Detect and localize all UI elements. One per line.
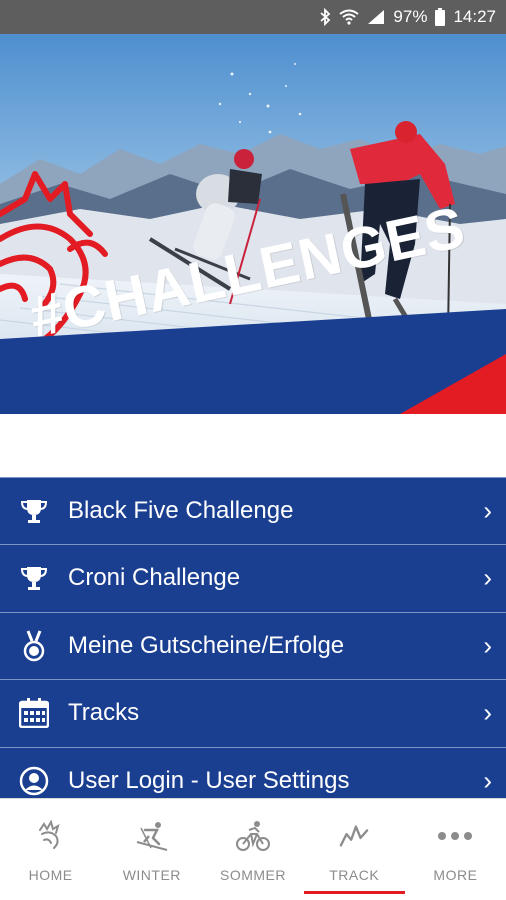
skier-icon bbox=[135, 819, 169, 853]
nav-label: TRACK bbox=[329, 867, 380, 883]
cyclist-icon bbox=[235, 819, 271, 853]
clock: 14:27 bbox=[453, 7, 496, 26]
chevron-right-icon: › bbox=[483, 697, 492, 728]
menu-item-black-five-challenge[interactable]: Black Five Challenge › bbox=[0, 477, 506, 545]
main-menu: Start Tracking › Black Five Challenge › … bbox=[0, 410, 506, 798]
bluetooth-icon bbox=[319, 8, 331, 26]
status-bar: 97% 14:27 bbox=[0, 0, 506, 34]
bottom-navigation: HOME WINTER SOMMER TRACK MORE bbox=[0, 798, 506, 900]
chevron-right-icon: › bbox=[483, 630, 492, 661]
hero-banner: #CHALLENGES bbox=[0, 34, 506, 414]
wifi-icon bbox=[339, 9, 360, 25]
menu-item-tracks[interactable]: Tracks › bbox=[0, 680, 506, 748]
battery-icon bbox=[435, 8, 446, 26]
user-icon bbox=[18, 765, 50, 797]
trophy-icon bbox=[18, 495, 50, 527]
trophy-icon bbox=[18, 562, 50, 594]
signal-icon bbox=[367, 9, 385, 25]
chevron-right-icon: › bbox=[483, 495, 492, 526]
medal-icon bbox=[18, 630, 50, 662]
nav-tab-home[interactable]: HOME bbox=[0, 799, 101, 900]
nav-label: WINTER bbox=[122, 867, 181, 883]
active-tab-indicator bbox=[303, 891, 405, 894]
menu-item-label: Meine Gutscheine/Erfolge bbox=[68, 631, 345, 659]
activity-icon bbox=[18, 427, 50, 459]
nav-label: HOME bbox=[28, 867, 73, 883]
menu-item-user-login[interactable]: User Login - User Settings › bbox=[0, 747, 506, 798]
nav-tab-winter[interactable]: WINTER bbox=[101, 799, 202, 900]
menu-item-start-tracking[interactable]: Start Tracking › bbox=[0, 410, 506, 478]
rooster-icon bbox=[36, 819, 66, 853]
nav-tab-sommer[interactable]: SOMMER bbox=[202, 799, 303, 900]
menu-item-croni-challenge[interactable]: Croni Challenge › bbox=[0, 545, 506, 613]
more-icon bbox=[437, 819, 473, 853]
nav-tab-more[interactable]: MORE bbox=[405, 799, 506, 900]
calendar-icon bbox=[18, 697, 50, 729]
nav-label: MORE bbox=[433, 867, 478, 883]
menu-item-label: Black Five Challenge bbox=[68, 496, 294, 524]
menu-item-gutscheine-erfolge[interactable]: Meine Gutscheine/Erfolge › bbox=[0, 612, 506, 680]
menu-item-label: Tracks bbox=[68, 699, 140, 727]
nav-tab-track[interactable]: TRACK bbox=[303, 799, 405, 900]
menu-item-label: Croni Challenge bbox=[68, 564, 241, 592]
menu-item-label: User Login - User Settings bbox=[68, 766, 350, 794]
chevron-right-icon: › bbox=[483, 562, 492, 593]
nav-label: SOMMER bbox=[220, 867, 286, 883]
chevron-right-icon: › bbox=[483, 765, 492, 796]
chevron-right-icon: › bbox=[483, 427, 492, 458]
menu-item-label: Start Tracking bbox=[68, 429, 217, 457]
battery-percentage: 97% bbox=[393, 7, 428, 26]
activity-icon bbox=[339, 819, 369, 853]
